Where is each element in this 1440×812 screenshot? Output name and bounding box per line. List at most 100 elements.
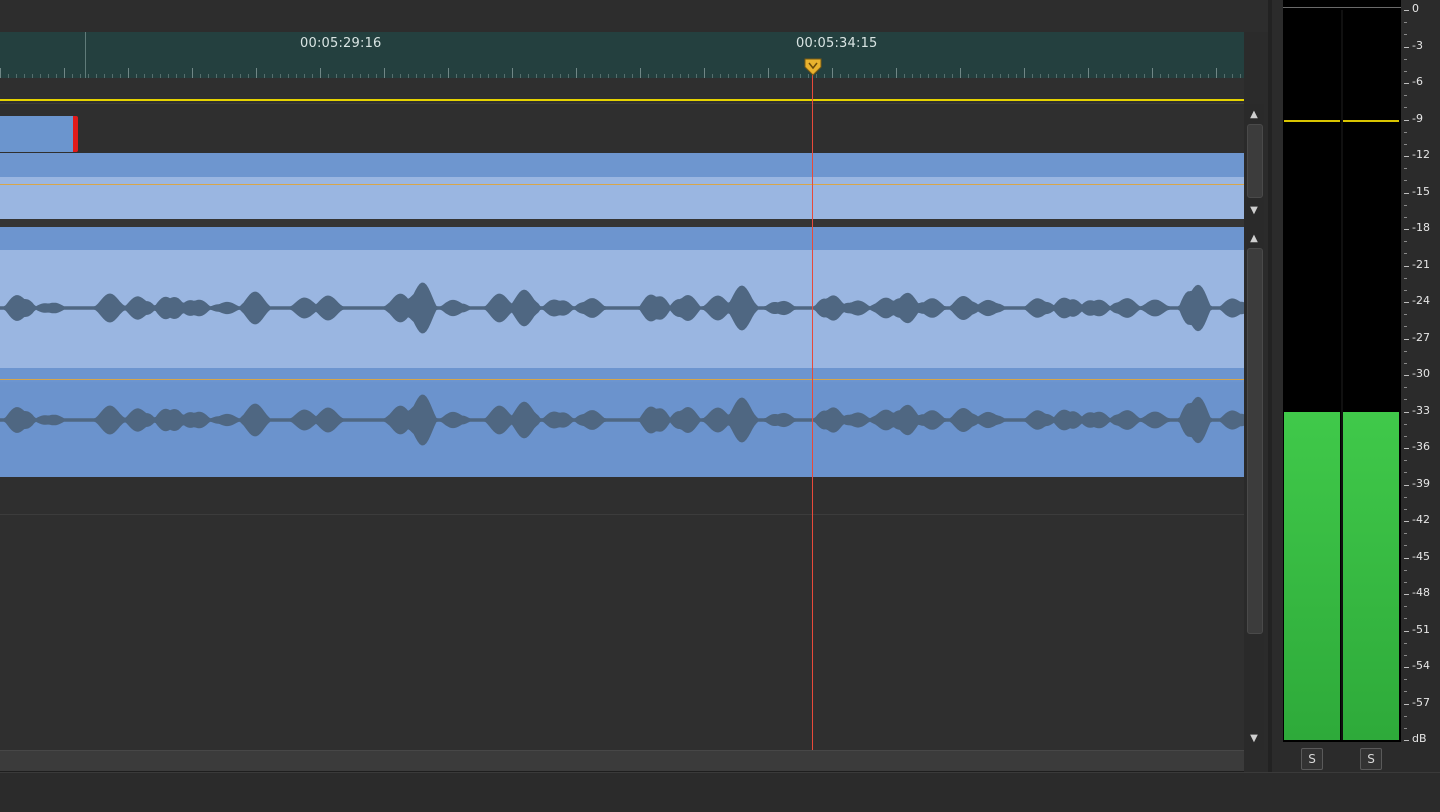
- db-scale-minor-tick: [1404, 107, 1407, 109]
- clip-trim-handle[interactable]: [73, 116, 78, 152]
- playhead-line[interactable]: [812, 70, 813, 750]
- playhead-marker-icon[interactable]: [804, 58, 822, 76]
- stereo-waveform: [0, 282, 1244, 446]
- db-scale-tick: [1404, 302, 1409, 303]
- right-peak-indicator: [1343, 119, 1399, 122]
- scroll-up-icon[interactable]: ▲: [1246, 232, 1262, 246]
- db-scale-minor-tick: [1404, 423, 1407, 425]
- ruler-major-tick: [704, 68, 705, 78]
- editor-top-bar: [0, 0, 1268, 32]
- db-scale-label: -39: [1412, 476, 1430, 490]
- vertical-scroll-thumb-2[interactable]: [1247, 248, 1263, 634]
- db-scale-tick: [1404, 703, 1409, 705]
- loop-range-line[interactable]: [0, 99, 1244, 101]
- audio-clip-track-1[interactable]: [0, 153, 1244, 219]
- ruler-major-tick: [512, 68, 513, 78]
- ruler-start-line: [85, 32, 86, 78]
- db-scale-label: dB: [1412, 732, 1427, 745]
- ruler-major-tick: [640, 68, 641, 78]
- time-ruler[interactable]: 00:05:29:16 00:05:34:15: [0, 32, 1244, 79]
- db-scale-label: -54: [1412, 659, 1430, 672]
- db-scale-minor-tick: [1404, 314, 1407, 316]
- right-level-fill: [1343, 411, 1399, 740]
- ruler-major-tick: [768, 68, 769, 78]
- db-scale-label: -36: [1412, 440, 1430, 453]
- db-scale-minor-tick: [1404, 22, 1407, 24]
- ruler-major-tick: [192, 68, 193, 78]
- db-scale-tick: [1404, 411, 1409, 413]
- ruler-major-tick: [1216, 68, 1217, 78]
- db-scale-tick: [1404, 229, 1409, 230]
- ruler-major-tick: [448, 68, 449, 78]
- ruler-major-tick: [960, 68, 961, 78]
- ruler-major-tick: [1024, 68, 1025, 78]
- db-scale-minor-tick: [1404, 131, 1407, 133]
- meter-db-scale: 0 -3 -6 -9 -12 -15 -18 -21 -24 -27 -30 -33 -36 -39 -42…: [1402, 0, 1440, 745]
- db-scale-minor-tick: [1404, 460, 1407, 462]
- db-scale-minor-tick: [1404, 34, 1407, 36]
- ruler-timecode-2: 00:05:34:15: [796, 36, 878, 51]
- ruler-major-tick: [0, 68, 1, 78]
- db-scale-minor-tick: [1404, 496, 1407, 498]
- db-scale-minor-tick: [1404, 435, 1407, 437]
- db-scale-minor-tick: [1404, 715, 1407, 717]
- db-scale-minor-tick: [1404, 350, 1407, 352]
- db-scale-tick: [1404, 119, 1409, 121]
- db-scale-label: -51: [1412, 622, 1430, 636]
- right-level-meter: [1343, 10, 1399, 740]
- db-scale-label: -15: [1412, 184, 1430, 198]
- solo-right-button[interactable]: S: [1360, 748, 1382, 770]
- db-scale-label: -30: [1412, 367, 1430, 380]
- db-scale-minor-tick: [1404, 70, 1407, 72]
- db-scale-minor-tick: [1404, 654, 1407, 656]
- db-scale-minor-tick: [1404, 727, 1407, 729]
- db-scale-tick: [1404, 594, 1409, 595]
- db-scale-label: -45: [1412, 549, 1430, 563]
- db-scale-tick: [1404, 740, 1409, 741]
- ruler-major-tick: [832, 68, 833, 78]
- db-scale-tick: [1404, 375, 1409, 376]
- db-scale-tick: [1404, 192, 1409, 194]
- lane-divider-bottom: [0, 514, 1244, 515]
- ruler-major-tick: [320, 68, 321, 78]
- ruler-major-tick: [1088, 68, 1089, 78]
- timeline-editor: 00:05:29:16 00:05:34:15 ▲ ▼ ▲ ▼: [0, 0, 1268, 812]
- ruler-major-tick: [384, 68, 385, 78]
- db-scale-minor-tick: [1404, 387, 1407, 389]
- db-scale-label: -18: [1412, 221, 1430, 234]
- db-scale-label: -48: [1412, 586, 1430, 599]
- db-scale-minor-tick: [1404, 216, 1407, 218]
- db-scale-minor-tick: [1404, 606, 1407, 608]
- scroll-up-icon[interactable]: ▲: [1246, 108, 1262, 122]
- db-scale-minor-tick: [1404, 253, 1407, 255]
- clip-header-tab[interactable]: [0, 116, 78, 152]
- db-scale-label: -24: [1412, 294, 1430, 307]
- lane-divider: [0, 103, 1244, 104]
- db-scale-tick: [1404, 156, 1409, 157]
- ruler-major-tick: [64, 68, 65, 78]
- db-scale-label: -12: [1412, 148, 1430, 161]
- vertical-scroll-thumb-1[interactable]: [1247, 124, 1263, 198]
- db-scale-minor-tick: [1404, 180, 1407, 182]
- db-scale-label: -27: [1412, 330, 1430, 344]
- scroll-down-icon[interactable]: ▼: [1246, 204, 1262, 218]
- ruler-major-tick: [576, 68, 577, 78]
- audio-clip-track-2[interactable]: [0, 227, 1244, 477]
- track-1-volume-line[interactable]: [0, 184, 1244, 185]
- db-scale-minor-tick: [1404, 326, 1407, 328]
- solo-left-button[interactable]: S: [1301, 748, 1323, 770]
- scroll-down-icon[interactable]: ▼: [1246, 732, 1262, 746]
- db-scale-minor-tick: [1404, 143, 1407, 145]
- db-scale-minor-tick: [1404, 581, 1407, 583]
- horizontal-scrollbar[interactable]: [0, 750, 1244, 772]
- db-scale-tick: [1404, 667, 1409, 668]
- db-scale-label: -3: [1412, 38, 1423, 52]
- db-scale-tick: [1404, 265, 1409, 267]
- db-scale-minor-tick: [1404, 508, 1407, 510]
- audio-editor-window: 00:05:29:16 00:05:34:15 ▲ ▼ ▲ ▼ 0 -3 -6 …: [0, 0, 1440, 812]
- db-scale-label: -57: [1412, 695, 1430, 709]
- db-scale-tick: [1404, 46, 1409, 48]
- db-scale-minor-tick: [1404, 168, 1407, 170]
- left-peak-indicator: [1284, 119, 1340, 122]
- db-scale-minor-tick: [1404, 545, 1407, 547]
